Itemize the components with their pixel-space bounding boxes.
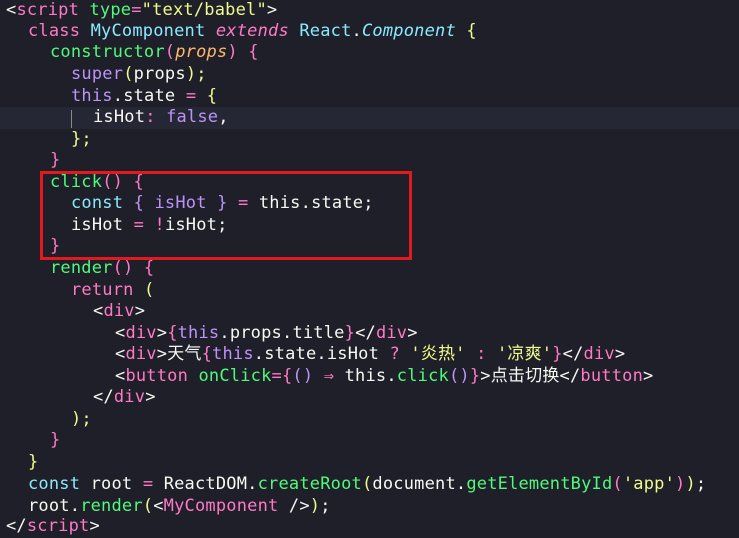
code-line-6: isHot: false, xyxy=(0,107,739,129)
code-line-24: root.render(<MyComponent />); xyxy=(28,496,331,516)
code-line-16: <div>{this.props.title}</div> xyxy=(115,323,418,343)
code-line-8: } xyxy=(50,150,61,170)
code-line-17: <div>天气{this.state.isHot ? '炎热' : '凉爽'}<… xyxy=(115,344,626,364)
code-line-20: ); xyxy=(71,409,92,429)
code-line-3: constructor(props) { xyxy=(50,42,259,62)
code-line-22: } xyxy=(28,452,39,472)
code-line-19: </div> xyxy=(93,387,156,407)
code-line-15: <div> xyxy=(93,301,146,321)
code-line-23: const root = ReactDOM.createRoot(documen… xyxy=(28,474,707,494)
indent-guide xyxy=(71,110,72,128)
code-line-13: render() { xyxy=(50,258,155,278)
code-line-4: super(props); xyxy=(71,64,207,84)
code-editor[interactable]: <script type="text/babel"> class MyCompo… xyxy=(0,0,739,537)
code-line-5: this.state = { xyxy=(71,86,218,106)
annotation-highlight-box xyxy=(40,171,412,260)
code-line-14: return ( xyxy=(71,280,155,300)
code-line-18: <button onClick={() ⇒ this.click()}>点击切换… xyxy=(115,366,654,386)
code-line-2: class MyComponent extends React.Componen… xyxy=(28,21,477,41)
code-line-25: </script> xyxy=(6,516,100,536)
code-line-1: <script type="text/babel"> xyxy=(6,0,278,20)
code-line-7: }; xyxy=(71,129,92,149)
code-line-21: } xyxy=(50,430,61,450)
